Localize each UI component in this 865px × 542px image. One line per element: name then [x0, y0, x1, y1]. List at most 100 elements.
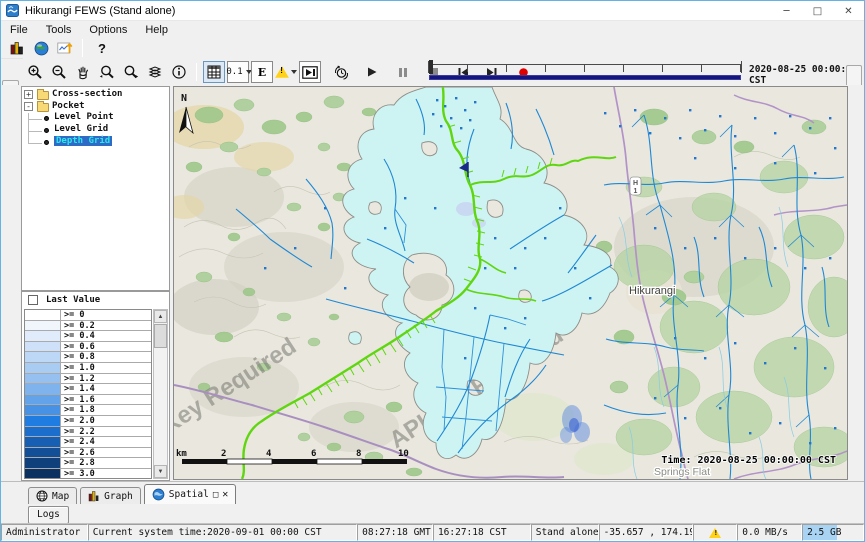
scroll-up-icon[interactable]: ▲	[154, 310, 167, 323]
grid-display-button[interactable]	[203, 61, 225, 83]
tree-connector	[28, 119, 42, 120]
menu-tools[interactable]: Tools	[37, 23, 81, 37]
legend-row: >= 1.2	[25, 374, 151, 385]
zoom-next-button[interactable]	[120, 61, 142, 83]
status-coordinates: -35.657 , 174.199	[599, 524, 694, 541]
legend-label: >= 0.4	[61, 331, 151, 341]
legend-label: >= 0.6	[61, 342, 151, 352]
legend-label: >= 3.0	[61, 469, 151, 479]
pan-button[interactable]	[72, 61, 94, 83]
zoom-in-button[interactable]	[24, 61, 46, 83]
map-display-button[interactable]	[30, 37, 52, 59]
timeseries-dialog-button[interactable]	[54, 37, 76, 59]
timeline-thumb[interactable]	[429, 60, 433, 74]
tab-spatial[interactable]: Spatial □ ✕	[144, 484, 237, 504]
scroll-down-icon[interactable]: ▼	[154, 465, 167, 478]
legend-swatch	[25, 469, 61, 479]
close-button[interactable]: ✕	[833, 1, 864, 21]
tree-item-depth-grid[interactable]: Depth Grid	[54, 136, 112, 146]
legend-row: >= 3.0	[25, 469, 151, 479]
menu-options[interactable]: Options	[80, 23, 136, 37]
logs-button[interactable]: Logs	[28, 506, 69, 524]
legend-swatch	[25, 310, 61, 320]
tree-expander[interactable]: -	[24, 102, 33, 111]
legend-swatch	[25, 352, 61, 362]
display-tab-bar: Map Graph Spatial □ ✕	[1, 482, 864, 504]
tree-connector	[28, 113, 29, 144]
tree-expander[interactable]: +	[24, 90, 33, 99]
scrollbar-thumb[interactable]	[154, 324, 167, 348]
legend-row: >= 2.6	[25, 448, 151, 459]
thresholds-dropdown[interactable]	[275, 61, 297, 83]
legend-label: >= 1.0	[61, 363, 151, 373]
title-bar[interactable]: Hikurangi FEWS (Stand alone) ─ □ ✕	[1, 1, 864, 21]
status-local-time: 16:27:18 CST	[433, 524, 531, 541]
zoom-out-button[interactable]	[48, 61, 70, 83]
svg-text:6: 6	[311, 449, 316, 459]
play-button[interactable]	[361, 61, 383, 83]
layers-icon	[147, 65, 163, 79]
minimize-button[interactable]: ─	[771, 1, 802, 21]
timeseries-chart-icon	[57, 41, 74, 56]
last-value-label: Last Value	[46, 295, 100, 305]
legend-scrollbar[interactable]: ▲ ▼	[153, 309, 168, 479]
legend-swatch	[25, 448, 61, 458]
legend-row: >= 2.4	[25, 437, 151, 448]
legend-row: >= 1.8	[25, 405, 151, 416]
tab-close-icon[interactable]: ✕	[222, 489, 228, 500]
menu-file[interactable]: File	[1, 23, 37, 37]
legend-panel: Last Value >= 0>= 0.2>= 0.4>= 0.6>= 0.8>…	[21, 291, 170, 481]
legend-swatch	[25, 321, 61, 331]
status-user: Administrator	[1, 524, 88, 541]
pan-hand-icon	[75, 64, 91, 80]
zoom-previous-button[interactable]	[96, 61, 118, 83]
layers-tree-panel: + Cross-section - Pocket Level Point Lev…	[21, 86, 170, 291]
animation-button[interactable]	[299, 61, 321, 83]
pause-button[interactable]	[392, 61, 414, 83]
maximize-button[interactable]: □	[802, 1, 833, 21]
tree-item-level-point[interactable]: Level Point	[54, 112, 114, 122]
layers-button[interactable]	[144, 61, 166, 83]
status-network-rate: 0.0 MB/s	[737, 524, 802, 541]
menu-help[interactable]: Help	[136, 23, 177, 37]
legend-swatch	[25, 437, 61, 447]
legend-swatch	[25, 363, 61, 373]
legend-row: >= 1.0	[25, 363, 151, 374]
legend-swatch	[25, 416, 61, 426]
timeline-slider[interactable]	[426, 60, 744, 82]
tab-maximize-icon[interactable]: □	[213, 490, 218, 500]
tab-graph[interactable]: Graph	[80, 487, 141, 504]
legend-label: >= 2.2	[61, 427, 151, 437]
scale-editor-button[interactable]: E	[251, 61, 273, 83]
tree-item-pocket[interactable]: Pocket	[52, 101, 85, 111]
movie-player-icon	[302, 66, 318, 79]
legend-label: >= 1.8	[61, 405, 151, 415]
database-bars-icon	[10, 41, 25, 55]
svg-text:H: H	[633, 180, 638, 187]
tree-item-level-grid[interactable]: Level Grid	[54, 124, 108, 134]
status-warning[interactable]	[693, 524, 737, 541]
help-button[interactable]: ?	[98, 41, 106, 56]
zoom-previous-icon	[99, 64, 115, 80]
info-button[interactable]	[168, 61, 190, 83]
rotate-clock-icon	[333, 64, 350, 80]
bar-chart-icon	[88, 490, 100, 502]
place-label: Springs Flat	[654, 466, 710, 478]
tree-item-cross-section[interactable]: Cross-section	[52, 89, 122, 99]
warning-triangle-icon	[275, 66, 289, 78]
last-value-checkbox[interactable]	[28, 295, 38, 305]
legend-label: >= 1.4	[61, 384, 151, 394]
legend-label: >= 0.2	[61, 321, 151, 331]
folder-icon	[37, 91, 49, 100]
legend-row: >= 0.8	[25, 352, 151, 363]
status-memory: 2.5 GB	[802, 524, 864, 541]
legend-row: >= 0	[25, 310, 151, 321]
database-viewer-button[interactable]	[6, 37, 28, 59]
legend-label: >= 2.8	[61, 458, 151, 468]
blue-globe-icon	[152, 488, 165, 501]
tab-map[interactable]: Map	[28, 487, 77, 504]
run-animation-settings-button[interactable]	[330, 61, 352, 83]
grid-threshold-dropdown[interactable]: 0.1	[227, 61, 249, 83]
map-canvas[interactable]: API Key Required API Key Required	[173, 86, 848, 480]
info-icon	[171, 64, 187, 80]
